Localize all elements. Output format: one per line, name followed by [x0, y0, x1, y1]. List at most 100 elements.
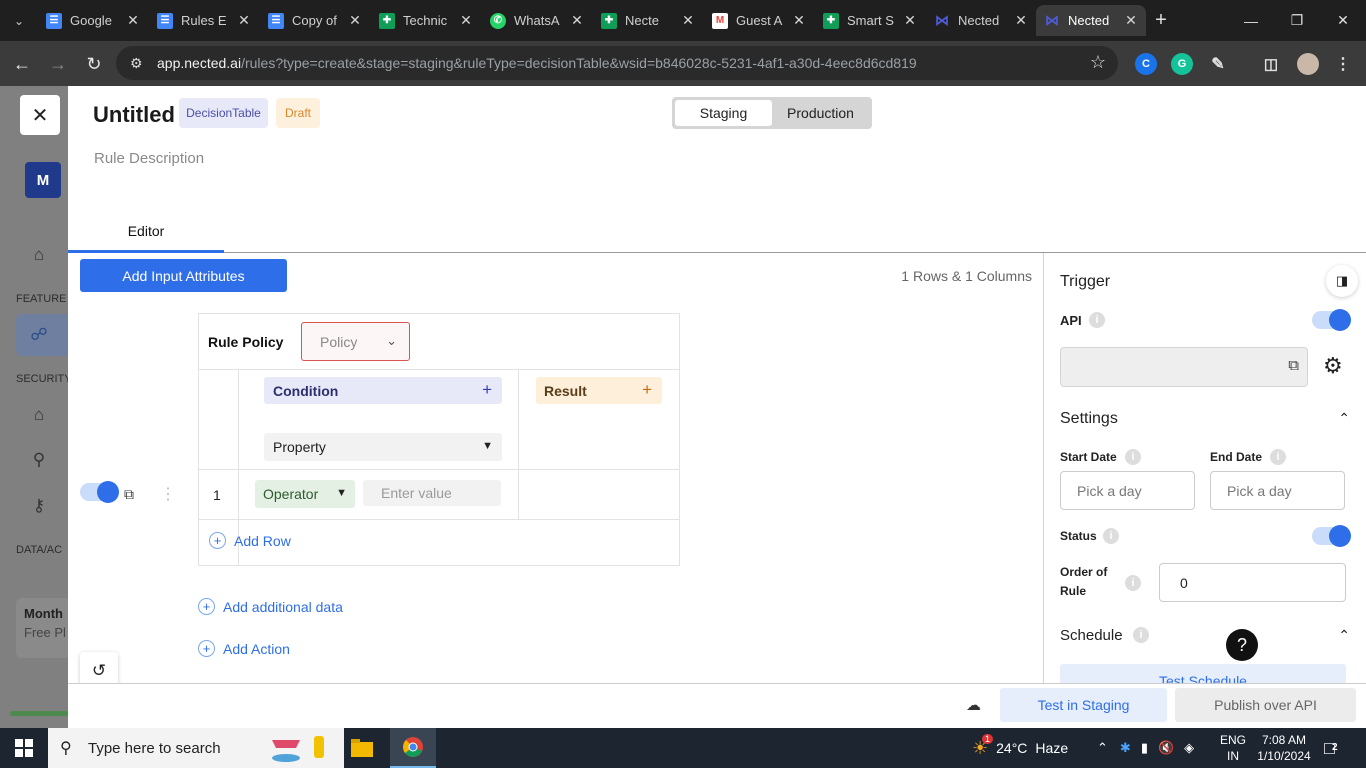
add-result-icon[interactable]: + — [642, 380, 652, 400]
publish-over-api-button[interactable]: Publish over API — [1175, 688, 1356, 722]
duplicate-row-icon[interactable]: ⧉ — [124, 486, 134, 503]
collapse-panel-icon[interactable]: ◨ — [1326, 265, 1358, 297]
close-tab-icon[interactable]: ✕ — [348, 12, 362, 29]
end-date-input[interactable]: Pick a day — [1210, 471, 1345, 510]
clock[interactable]: 7:08 AM 1/10/2024 — [1256, 728, 1312, 768]
language-indicator[interactable]: ENG IN — [1220, 728, 1246, 768]
close-tab-icon[interactable]: ✕ — [681, 12, 695, 29]
gmail-icon: M — [712, 12, 728, 29]
test-in-staging-button[interactable]: Test in Staging — [1000, 688, 1167, 722]
copy-icon[interactable]: ⧉ — [1288, 357, 1299, 374]
tab-title: Smart S — [847, 13, 894, 28]
url-bar[interactable]: ⚙ app.nected.ai/rules?type=create&stage=… — [116, 46, 1118, 80]
browser-tab[interactable]: ✚ Technic ✕ — [371, 5, 481, 36]
close-tab-icon[interactable]: ✕ — [459, 12, 473, 29]
add-input-attributes-button[interactable]: Add Input Attributes — [80, 259, 287, 292]
close-tab-icon[interactable]: ✕ — [903, 12, 917, 29]
info-icon[interactable]: i — [1125, 449, 1141, 465]
api-toggle[interactable] — [1312, 309, 1351, 331]
browser-tab[interactable]: ✆ WhatsA ✕ — [482, 5, 592, 36]
add-additional-data-button[interactable]: + Add additional data — [198, 598, 343, 615]
close-tab-icon[interactable]: ✕ — [1124, 12, 1138, 29]
add-action-button[interactable]: + Add Action — [198, 640, 290, 657]
close-tab-icon[interactable]: ✕ — [1014, 12, 1028, 29]
help-icon[interactable]: ? — [1226, 629, 1258, 661]
result-header[interactable]: Result + — [536, 377, 662, 404]
bluetooth-icon[interactable]: ✱ — [1120, 740, 1131, 756]
new-tab-icon[interactable]: + — [1150, 9, 1172, 31]
tab-editor[interactable]: Editor — [68, 211, 224, 253]
battery-icon[interactable]: ▮ — [1141, 740, 1148, 756]
chevron-up-icon[interactable]: ⌃ — [1338, 410, 1350, 427]
gear-icon[interactable]: ⚙ — [1323, 353, 1343, 379]
back-icon[interactable]: ← — [9, 51, 35, 77]
tab-search-chevron-icon[interactable]: ⌄ — [8, 10, 30, 32]
weather-widget[interactable]: ☀ 1 24°C Haze — [972, 728, 1068, 768]
notification-center-icon[interactable]: □ 2 — [1324, 728, 1338, 768]
bookmark-star-icon[interactable]: ☆ — [1090, 52, 1106, 73]
grammarly-icon[interactable]: G — [1171, 53, 1193, 75]
volume-mute-icon[interactable]: 🔇 — [1158, 740, 1174, 756]
condition-header[interactable]: Condition + — [264, 377, 502, 404]
url-host: app.nected.ai — [157, 55, 242, 71]
policy-select[interactable]: Policy ⌄ — [301, 322, 410, 361]
condition-value-input[interactable] — [363, 480, 501, 506]
start-date-input[interactable]: Pick a day — [1060, 471, 1195, 510]
rule-title[interactable]: Untitled — [93, 102, 175, 128]
editor-tab-row: Editor — [68, 211, 1366, 253]
browser-tab[interactable]: ⋈ Nected ✕ — [926, 5, 1036, 36]
row-enable-toggle[interactable] — [80, 481, 119, 503]
taskbar-search[interactable]: ⚲ Type here to search — [48, 728, 344, 768]
browser-tab[interactable]: ✚ Smart S ✕ — [815, 5, 925, 36]
close-drawer-button[interactable]: ✕ — [20, 95, 60, 135]
browser-tab[interactable]: M Guest A ✕ — [704, 5, 814, 36]
tray-chevron-up-icon[interactable]: ⌃ — [1097, 740, 1108, 756]
browser-menu-icon[interactable]: ⋮ — [1332, 53, 1354, 75]
profile-avatar[interactable] — [1297, 53, 1319, 75]
minimize-icon[interactable]: — — [1228, 0, 1274, 41]
forward-icon[interactable]: → — [45, 51, 71, 77]
add-condition-icon[interactable]: + — [482, 380, 492, 400]
close-tab-icon[interactable]: ✕ — [792, 12, 806, 29]
browser-tab[interactable]: ☰ Copy of ✕ — [260, 5, 370, 36]
browser-tab[interactable]: ☰ Google ✕ — [38, 5, 148, 36]
add-row-button[interactable]: + Add Row — [209, 532, 291, 549]
test-schedule-button[interactable]: Test Schedule — [1060, 664, 1346, 683]
close-window-icon[interactable]: ✕ — [1320, 0, 1366, 41]
site-settings-icon[interactable]: ⚙ — [130, 55, 143, 72]
extension-c-icon[interactable]: C — [1135, 53, 1157, 75]
reload-icon[interactable]: ↻ — [81, 51, 107, 77]
info-icon[interactable]: i — [1125, 575, 1141, 591]
windows-start-icon[interactable] — [0, 728, 48, 768]
wifi-icon[interactable]: ◈ — [1184, 740, 1194, 756]
rule-description[interactable]: Rule Description — [94, 150, 204, 167]
status-toggle[interactable] — [1312, 525, 1351, 547]
api-url-field[interactable]: ⧉ — [1060, 347, 1308, 387]
property-select[interactable]: Property ▼ — [264, 433, 502, 461]
browser-tab[interactable]: ☰ Rules E ✕ — [149, 5, 259, 36]
browser-tab-active[interactable]: ⋈ Nected ✕ — [1036, 5, 1146, 36]
side-panel-icon[interactable]: ◫ — [1260, 53, 1282, 75]
row-options-icon[interactable]: ⋮ — [160, 484, 176, 504]
chevron-down-icon: ⌄ — [386, 333, 397, 348]
info-icon[interactable]: i — [1133, 627, 1149, 643]
order-of-rule-input[interactable]: 0 — [1159, 563, 1346, 602]
close-tab-icon[interactable]: ✕ — [126, 12, 140, 29]
url-text[interactable]: app.nected.ai/rules?type=create&stage=st… — [157, 55, 917, 71]
file-explorer-icon[interactable] — [339, 728, 385, 768]
close-tab-icon[interactable]: ✕ — [570, 12, 584, 29]
whatsapp-icon: ✆ — [490, 12, 506, 29]
env-production-option[interactable]: Production — [772, 100, 869, 126]
info-icon[interactable]: i — [1103, 528, 1119, 544]
info-icon[interactable]: i — [1270, 449, 1286, 465]
extensions-puzzle-icon[interactable]: ✎ — [1207, 53, 1229, 75]
info-icon[interactable]: i — [1089, 312, 1105, 328]
close-tab-icon[interactable]: ✕ — [237, 12, 251, 29]
restore-icon[interactable]: ❐ — [1274, 0, 1320, 41]
env-staging-option[interactable]: Staging — [675, 100, 772, 126]
chevron-up-icon[interactable]: ⌃ — [1338, 627, 1350, 644]
browser-tab[interactable]: ✚ Necte ✕ — [593, 5, 703, 36]
chrome-taskbar-icon[interactable] — [390, 728, 436, 768]
operator-select[interactable]: Operator ▼ — [255, 480, 355, 508]
weather-desc: Haze — [1035, 740, 1069, 756]
